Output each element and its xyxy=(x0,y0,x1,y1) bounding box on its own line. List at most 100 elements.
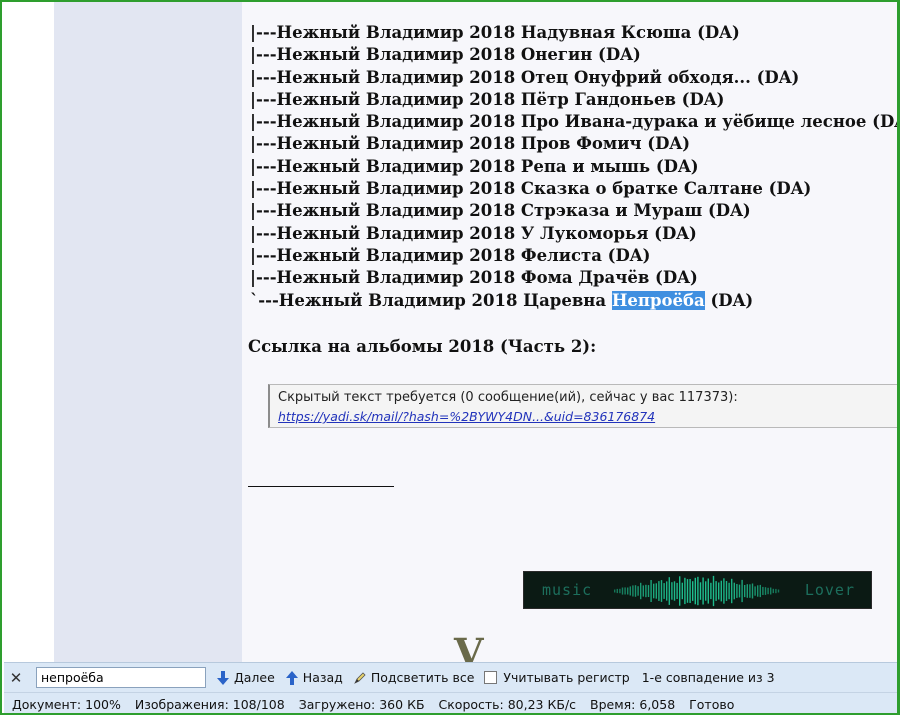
waveform-bar xyxy=(725,581,728,601)
track-title-after: (DA) xyxy=(704,290,754,310)
forum-user-column xyxy=(54,2,242,662)
waveform-bar xyxy=(770,587,772,595)
waveform-bar xyxy=(710,582,712,600)
find-input[interactable] xyxy=(36,667,206,688)
track-item: |---Нежный Владимир 2018 У Лукоморья (DA… xyxy=(250,223,897,245)
waveform-icon xyxy=(614,575,780,607)
waveform-bar xyxy=(650,580,652,602)
status-images: Изображения: 108/108 xyxy=(134,696,285,712)
waveform-bar xyxy=(738,584,741,598)
waveform-bar xyxy=(673,581,676,601)
tree-prefix: |--- xyxy=(250,112,277,132)
tree-prefix: |--- xyxy=(250,89,277,109)
waveform-bar xyxy=(741,579,743,603)
highlight-all-button[interactable]: Подсветить все xyxy=(353,670,475,685)
waveform-bar xyxy=(616,588,618,594)
hidden-text-notice: Скрытый текст требуется (0 сообщение(ий)… xyxy=(278,390,738,405)
tree-prefix: |--- xyxy=(250,23,277,42)
match-case-checkbox[interactable] xyxy=(484,671,498,684)
waveform-bar xyxy=(629,586,631,596)
find-status: 1-е совпадение из 3 xyxy=(641,670,775,685)
track-item: |---Нежный Владимир 2018 Пётр Гандоньев … xyxy=(250,89,897,111)
highlight-all-label: Подсветить все xyxy=(370,670,475,685)
forum-logo: V xyxy=(454,630,484,663)
find-prev-button[interactable]: Назад xyxy=(285,670,343,686)
arrow-up-icon xyxy=(285,670,298,685)
waveform-bar xyxy=(728,582,730,600)
track-item: |---Нежный Владимир 2018 Отец Онуфрий об… xyxy=(250,67,897,89)
waveform-bar xyxy=(751,583,754,599)
browser-window: |---Нежный Владимир 2018 Надувная Ксюша … xyxy=(0,0,900,715)
track-title: Нежный Владимир 2018 У Лукоморья (DA) xyxy=(276,223,697,243)
waveform-bar xyxy=(697,576,699,606)
track-title: Нежный Владимир 2018 Репа и мышь (DA) xyxy=(276,156,699,176)
tree-prefix: |--- xyxy=(250,156,277,176)
waveform-bar xyxy=(658,581,660,601)
find-prev-label: Назад xyxy=(302,670,343,685)
highlighter-pen-icon xyxy=(353,671,366,684)
track-item: |---Нежный Владимир 2018 Репа и мышь (DA… xyxy=(250,156,897,178)
find-next-label: Далее xyxy=(234,670,275,685)
track-title: Нежный Владимир 2018 Онегин (DA) xyxy=(276,45,641,65)
waveform-bar xyxy=(624,587,626,595)
close-find-icon[interactable]: ✕ xyxy=(4,669,28,687)
tree-prefix: |--- xyxy=(250,201,277,221)
waveform-bar xyxy=(767,587,769,595)
waveform-bar xyxy=(681,582,683,600)
waveform-bar xyxy=(762,586,764,595)
match-case-toggle[interactable]: Учитывать регистр xyxy=(484,670,630,685)
track-item: |---Нежный Владимир 2018 Надувная Ксюша … xyxy=(250,22,897,44)
waveform-bar xyxy=(645,584,647,598)
track-title: Нежный Владимир 2018 Стрэказа и Мураш (D… xyxy=(276,201,751,221)
waveform-bar xyxy=(689,579,691,603)
track-title: Нежный Владимир 2018 Отец Онуфрий обходя… xyxy=(276,67,800,87)
waveform-bar xyxy=(614,589,616,593)
waveform-bar xyxy=(777,589,780,593)
waveform-bar xyxy=(759,584,761,598)
waveform-bar xyxy=(746,584,748,598)
waveform-bar xyxy=(684,577,686,605)
waveform-bar xyxy=(699,582,702,600)
waveform-bar xyxy=(692,581,694,601)
tree-prefix: |--- xyxy=(250,67,277,87)
waveform-bar xyxy=(621,587,624,595)
waveform-bar xyxy=(653,583,655,599)
track-item: |---Нежный Владимир 2018 Про Ивана-дурак… xyxy=(250,111,897,133)
status-loaded: Загружено: 360 КБ xyxy=(298,696,425,712)
waveform-bar xyxy=(627,587,629,595)
waveform-bar xyxy=(731,578,733,604)
waveform-bar xyxy=(707,578,709,604)
waveform-bar xyxy=(632,585,634,597)
track-item: |---Нежный Владимир 2018 Сказка о братке… xyxy=(250,178,897,200)
waveform-bar xyxy=(702,577,704,605)
yadisk-link[interactable]: https://yadi.sk/mail/?hash=%2BYWY4DN...&… xyxy=(278,409,655,424)
track-title: Нежный Владимир 2018 Надувная Ксюша (DA) xyxy=(276,23,740,42)
waveform-bar xyxy=(754,586,756,596)
track-item: |---Нежный Владимир 2018 Пров Фомич (DA) xyxy=(250,133,897,155)
track-title: Нежный Владимир 2018 Фома Драчёв (DA) xyxy=(276,268,698,288)
left-margin xyxy=(2,2,54,662)
tree-prefix: |--- xyxy=(250,179,277,199)
track-title: Нежный Владимир 2018 Фелиста (DA) xyxy=(276,245,651,265)
waveform-bar xyxy=(642,585,644,597)
track-item: |---Нежный Владимир 2018 Фелиста (DA) xyxy=(250,245,897,267)
waveform-bar xyxy=(733,582,735,600)
waveform-bar xyxy=(720,580,722,602)
signature-divider xyxy=(248,486,394,487)
waveform-bar xyxy=(679,576,681,606)
find-next-button[interactable]: Далее xyxy=(216,670,275,686)
tree-prefix: |--- xyxy=(250,45,277,65)
waveform-bar xyxy=(749,584,751,598)
match-case-label: Учитывать регистр xyxy=(503,670,630,685)
arrow-down-icon xyxy=(217,670,229,685)
waveform-bar xyxy=(772,588,774,594)
status-document: Документ: 100% xyxy=(12,696,121,712)
waveform-bar xyxy=(647,585,650,597)
music-lover-banner[interactable]: music Lover xyxy=(523,571,872,609)
waveform-bar xyxy=(712,575,715,607)
banner-right-text: Lover xyxy=(804,581,855,599)
waveform-bar xyxy=(637,586,639,596)
status-state: Готово xyxy=(689,696,735,712)
track-title: Нежный Владимир 2018 Пров Фомич (DA) xyxy=(276,134,691,154)
track-item: |---Нежный Владимир 2018 Стрэказа и Мура… xyxy=(250,200,897,222)
